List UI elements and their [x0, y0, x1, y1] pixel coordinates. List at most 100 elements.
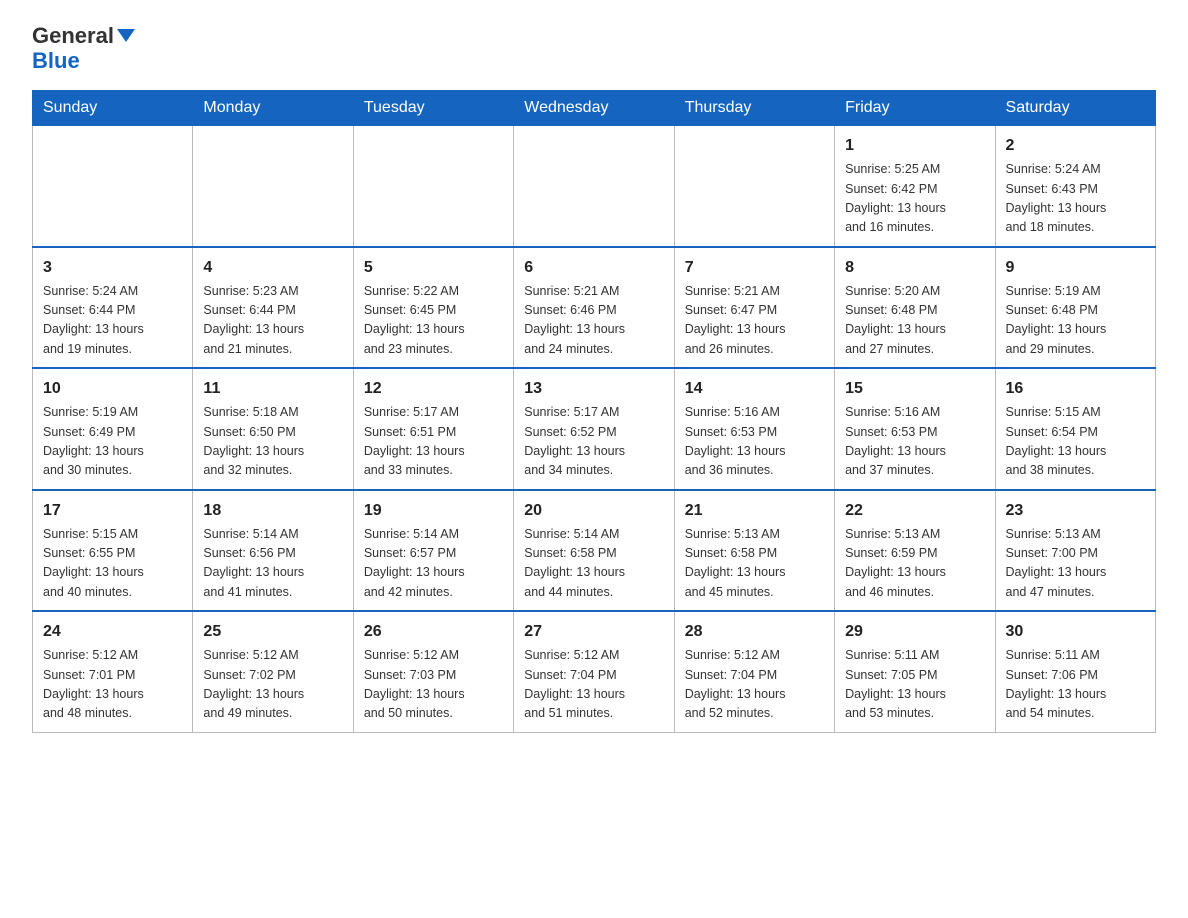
- day-info: Sunrise: 5:20 AM Sunset: 6:48 PM Dayligh…: [845, 282, 984, 360]
- calendar-cell: [33, 126, 193, 247]
- day-info: Sunrise: 5:25 AM Sunset: 6:42 PM Dayligh…: [845, 160, 984, 238]
- day-info: Sunrise: 5:18 AM Sunset: 6:50 PM Dayligh…: [203, 403, 342, 481]
- calendar-header-row: SundayMondayTuesdayWednesdayThursdayFrid…: [33, 91, 1156, 126]
- day-number: 29: [845, 620, 984, 644]
- calendar-cell: 11Sunrise: 5:18 AM Sunset: 6:50 PM Dayli…: [193, 368, 353, 490]
- day-number: 21: [685, 499, 824, 523]
- calendar-cell: 19Sunrise: 5:14 AM Sunset: 6:57 PM Dayli…: [353, 490, 513, 612]
- calendar-cell: 1Sunrise: 5:25 AM Sunset: 6:42 PM Daylig…: [835, 126, 995, 247]
- calendar-cell: 15Sunrise: 5:16 AM Sunset: 6:53 PM Dayli…: [835, 368, 995, 490]
- calendar-cell: 14Sunrise: 5:16 AM Sunset: 6:53 PM Dayli…: [674, 368, 834, 490]
- day-info: Sunrise: 5:17 AM Sunset: 6:52 PM Dayligh…: [524, 403, 663, 481]
- day-info: Sunrise: 5:14 AM Sunset: 6:58 PM Dayligh…: [524, 525, 663, 603]
- calendar-cell: 21Sunrise: 5:13 AM Sunset: 6:58 PM Dayli…: [674, 490, 834, 612]
- calendar-cell: 26Sunrise: 5:12 AM Sunset: 7:03 PM Dayli…: [353, 611, 513, 732]
- day-info: Sunrise: 5:11 AM Sunset: 7:05 PM Dayligh…: [845, 646, 984, 724]
- day-info: Sunrise: 5:19 AM Sunset: 6:49 PM Dayligh…: [43, 403, 182, 481]
- day-info: Sunrise: 5:12 AM Sunset: 7:01 PM Dayligh…: [43, 646, 182, 724]
- day-number: 11: [203, 377, 342, 401]
- day-number: 1: [845, 134, 984, 158]
- calendar-cell: [674, 126, 834, 247]
- logo-general: General: [32, 24, 135, 48]
- calendar-cell: 5Sunrise: 5:22 AM Sunset: 6:45 PM Daylig…: [353, 247, 513, 369]
- day-info: Sunrise: 5:13 AM Sunset: 7:00 PM Dayligh…: [1006, 525, 1145, 603]
- calendar-cell: 28Sunrise: 5:12 AM Sunset: 7:04 PM Dayli…: [674, 611, 834, 732]
- day-info: Sunrise: 5:21 AM Sunset: 6:46 PM Dayligh…: [524, 282, 663, 360]
- calendar-week-row: 1Sunrise: 5:25 AM Sunset: 6:42 PM Daylig…: [33, 126, 1156, 247]
- day-number: 15: [845, 377, 984, 401]
- calendar-cell: 18Sunrise: 5:14 AM Sunset: 6:56 PM Dayli…: [193, 490, 353, 612]
- day-info: Sunrise: 5:14 AM Sunset: 6:57 PM Dayligh…: [364, 525, 503, 603]
- day-number: 4: [203, 256, 342, 280]
- day-info: Sunrise: 5:12 AM Sunset: 7:03 PM Dayligh…: [364, 646, 503, 724]
- day-info: Sunrise: 5:24 AM Sunset: 6:43 PM Dayligh…: [1006, 160, 1145, 238]
- day-info: Sunrise: 5:16 AM Sunset: 6:53 PM Dayligh…: [685, 403, 824, 481]
- weekday-header-tuesday: Tuesday: [353, 91, 513, 126]
- calendar-cell: 2Sunrise: 5:24 AM Sunset: 6:43 PM Daylig…: [995, 126, 1155, 247]
- calendar-cell: 17Sunrise: 5:15 AM Sunset: 6:55 PM Dayli…: [33, 490, 193, 612]
- day-number: 6: [524, 256, 663, 280]
- calendar-week-row: 17Sunrise: 5:15 AM Sunset: 6:55 PM Dayli…: [33, 490, 1156, 612]
- weekday-header-monday: Monday: [193, 91, 353, 126]
- calendar-cell: 30Sunrise: 5:11 AM Sunset: 7:06 PM Dayli…: [995, 611, 1155, 732]
- calendar-cell: 20Sunrise: 5:14 AM Sunset: 6:58 PM Dayli…: [514, 490, 674, 612]
- calendar-cell: 16Sunrise: 5:15 AM Sunset: 6:54 PM Dayli…: [995, 368, 1155, 490]
- day-number: 28: [685, 620, 824, 644]
- day-number: 10: [43, 377, 182, 401]
- weekday-header-friday: Friday: [835, 91, 995, 126]
- page-header: General Blue: [32, 24, 1156, 74]
- day-number: 17: [43, 499, 182, 523]
- calendar-cell: 10Sunrise: 5:19 AM Sunset: 6:49 PM Dayli…: [33, 368, 193, 490]
- calendar-cell: 7Sunrise: 5:21 AM Sunset: 6:47 PM Daylig…: [674, 247, 834, 369]
- calendar-table: SundayMondayTuesdayWednesdayThursdayFrid…: [32, 90, 1156, 733]
- calendar-cell: 25Sunrise: 5:12 AM Sunset: 7:02 PM Dayli…: [193, 611, 353, 732]
- day-number: 9: [1006, 256, 1145, 280]
- logo-blue: Blue: [32, 48, 80, 74]
- day-number: 19: [364, 499, 503, 523]
- day-info: Sunrise: 5:13 AM Sunset: 6:58 PM Dayligh…: [685, 525, 824, 603]
- calendar-cell: 9Sunrise: 5:19 AM Sunset: 6:48 PM Daylig…: [995, 247, 1155, 369]
- calendar-cell: 6Sunrise: 5:21 AM Sunset: 6:46 PM Daylig…: [514, 247, 674, 369]
- weekday-header-thursday: Thursday: [674, 91, 834, 126]
- day-number: 3: [43, 256, 182, 280]
- day-info: Sunrise: 5:19 AM Sunset: 6:48 PM Dayligh…: [1006, 282, 1145, 360]
- calendar-cell: 23Sunrise: 5:13 AM Sunset: 7:00 PM Dayli…: [995, 490, 1155, 612]
- day-number: 18: [203, 499, 342, 523]
- day-number: 5: [364, 256, 503, 280]
- day-number: 26: [364, 620, 503, 644]
- day-info: Sunrise: 5:23 AM Sunset: 6:44 PM Dayligh…: [203, 282, 342, 360]
- weekday-header-sunday: Sunday: [33, 91, 193, 126]
- calendar-week-row: 24Sunrise: 5:12 AM Sunset: 7:01 PM Dayli…: [33, 611, 1156, 732]
- calendar-cell: [514, 126, 674, 247]
- calendar-week-row: 10Sunrise: 5:19 AM Sunset: 6:49 PM Dayli…: [33, 368, 1156, 490]
- calendar-cell: 13Sunrise: 5:17 AM Sunset: 6:52 PM Dayli…: [514, 368, 674, 490]
- calendar-week-row: 3Sunrise: 5:24 AM Sunset: 6:44 PM Daylig…: [33, 247, 1156, 369]
- day-info: Sunrise: 5:15 AM Sunset: 6:55 PM Dayligh…: [43, 525, 182, 603]
- calendar-cell: 29Sunrise: 5:11 AM Sunset: 7:05 PM Dayli…: [835, 611, 995, 732]
- day-info: Sunrise: 5:13 AM Sunset: 6:59 PM Dayligh…: [845, 525, 984, 603]
- day-info: Sunrise: 5:15 AM Sunset: 6:54 PM Dayligh…: [1006, 403, 1145, 481]
- weekday-header-wednesday: Wednesday: [514, 91, 674, 126]
- day-number: 24: [43, 620, 182, 644]
- calendar-cell: 27Sunrise: 5:12 AM Sunset: 7:04 PM Dayli…: [514, 611, 674, 732]
- day-info: Sunrise: 5:21 AM Sunset: 6:47 PM Dayligh…: [685, 282, 824, 360]
- day-number: 27: [524, 620, 663, 644]
- day-info: Sunrise: 5:22 AM Sunset: 6:45 PM Dayligh…: [364, 282, 503, 360]
- day-info: Sunrise: 5:14 AM Sunset: 6:56 PM Dayligh…: [203, 525, 342, 603]
- day-info: Sunrise: 5:17 AM Sunset: 6:51 PM Dayligh…: [364, 403, 503, 481]
- calendar-cell: 12Sunrise: 5:17 AM Sunset: 6:51 PM Dayli…: [353, 368, 513, 490]
- day-number: 14: [685, 377, 824, 401]
- calendar-cell: [193, 126, 353, 247]
- day-number: 2: [1006, 134, 1145, 158]
- day-number: 25: [203, 620, 342, 644]
- day-number: 16: [1006, 377, 1145, 401]
- calendar-cell: 22Sunrise: 5:13 AM Sunset: 6:59 PM Dayli…: [835, 490, 995, 612]
- day-number: 30: [1006, 620, 1145, 644]
- calendar-cell: 3Sunrise: 5:24 AM Sunset: 6:44 PM Daylig…: [33, 247, 193, 369]
- logo: General Blue: [32, 24, 135, 74]
- day-info: Sunrise: 5:12 AM Sunset: 7:04 PM Dayligh…: [524, 646, 663, 724]
- calendar-cell: 24Sunrise: 5:12 AM Sunset: 7:01 PM Dayli…: [33, 611, 193, 732]
- calendar-cell: 8Sunrise: 5:20 AM Sunset: 6:48 PM Daylig…: [835, 247, 995, 369]
- calendar-cell: [353, 126, 513, 247]
- calendar-cell: 4Sunrise: 5:23 AM Sunset: 6:44 PM Daylig…: [193, 247, 353, 369]
